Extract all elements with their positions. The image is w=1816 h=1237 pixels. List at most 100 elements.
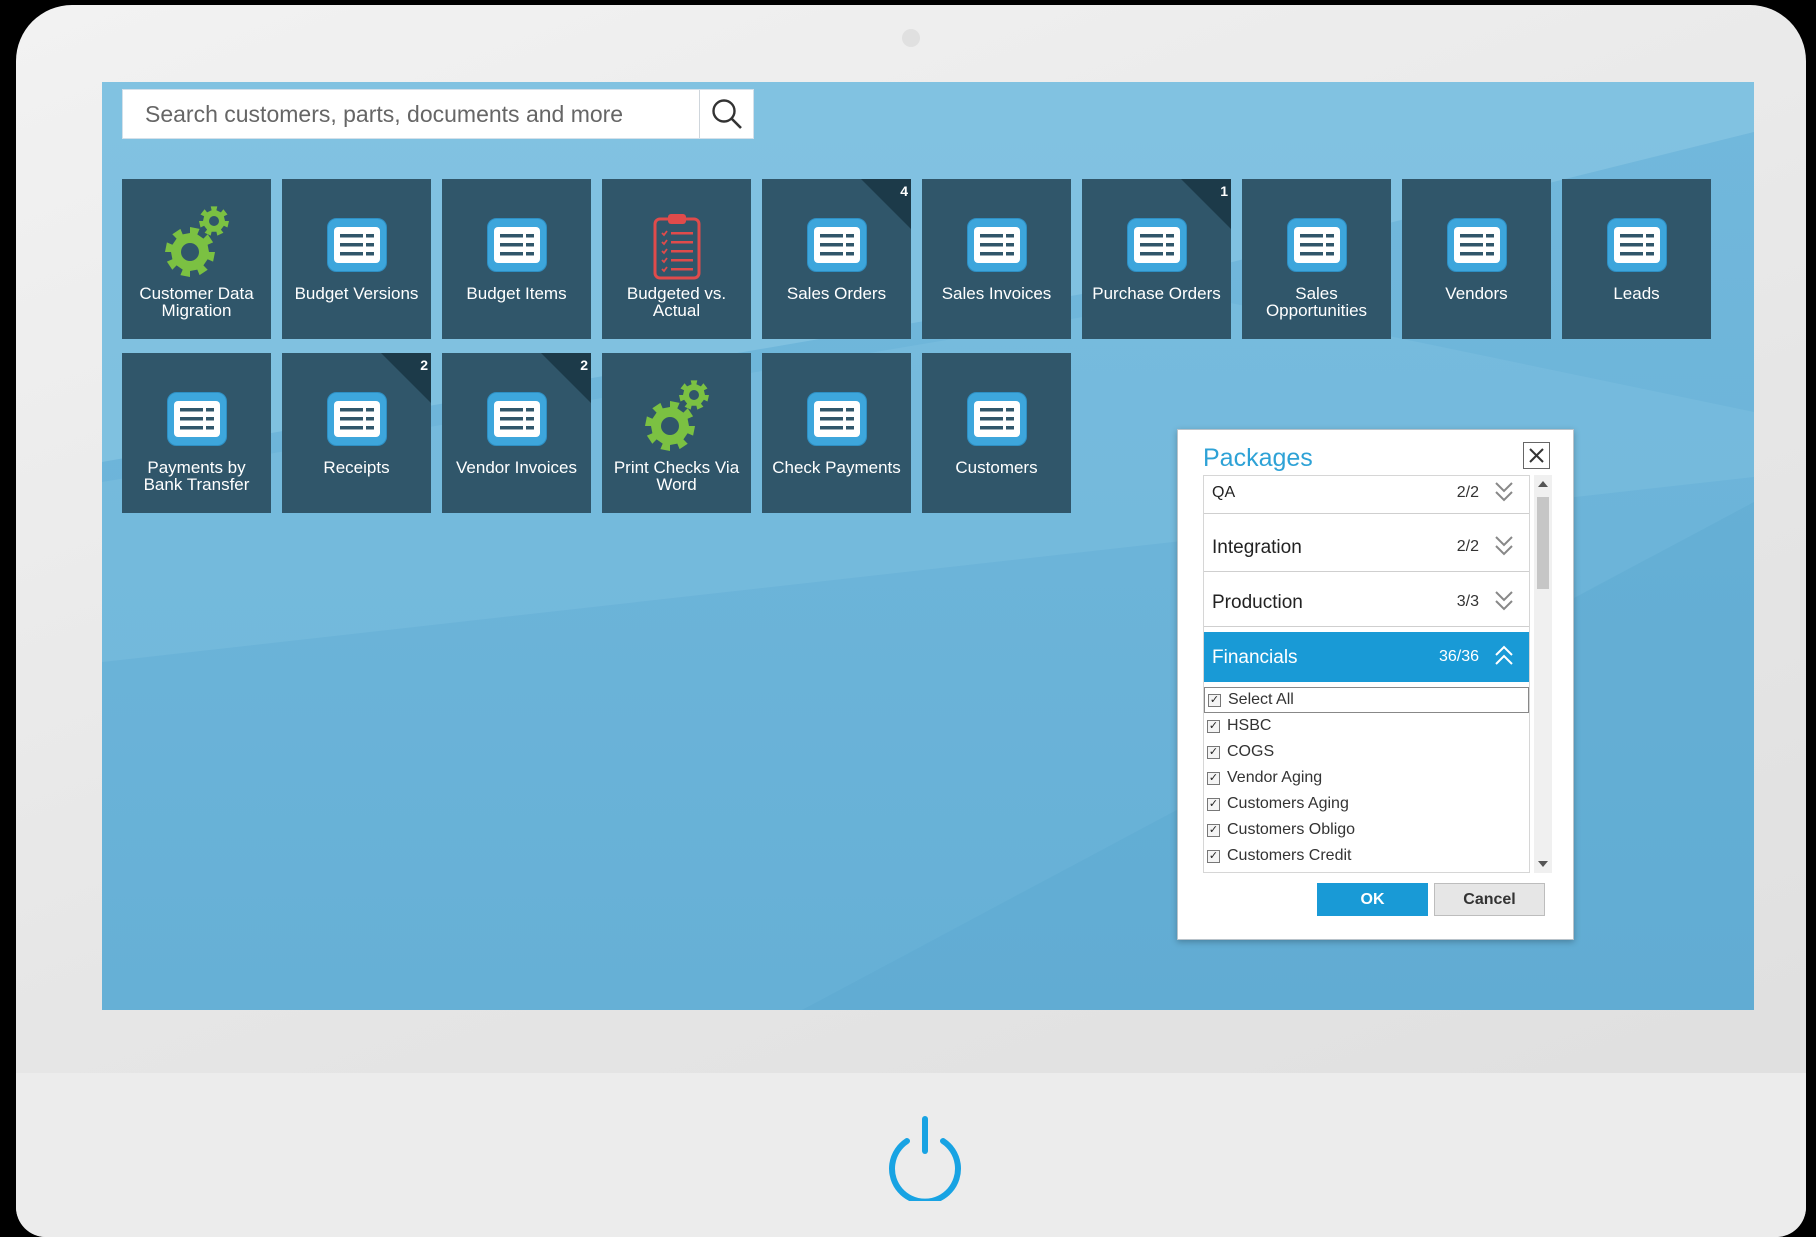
chevron-down-icon[interactable] bbox=[1493, 534, 1515, 558]
package-item-checkbox[interactable]: ✓ Customers Obligo bbox=[1204, 817, 1529, 843]
clipboard-icon bbox=[653, 214, 701, 280]
search-button[interactable] bbox=[699, 90, 753, 138]
device-frame: Customer Data Migration Budget Versions Bu… bbox=[16, 5, 1806, 1237]
tile-label: Payments by Bank Transfer bbox=[143, 458, 250, 494]
chevron-down-icon[interactable] bbox=[1493, 589, 1515, 613]
tile-budget-versions[interactable]: Budget Versions bbox=[282, 179, 431, 339]
packages-dialog: Packages QA 2/2 Integration 2/2 Production 3/… bbox=[1177, 429, 1574, 940]
gears-icon bbox=[645, 380, 709, 451]
chevron-down-icon[interactable] bbox=[1493, 480, 1515, 504]
close-icon bbox=[1529, 448, 1544, 463]
tile-vendors[interactable]: Vendors bbox=[1402, 179, 1551, 339]
list-icon bbox=[1287, 218, 1347, 272]
gears-icon bbox=[165, 206, 229, 277]
checkbox-label: Customers Credit bbox=[1227, 847, 1352, 864]
cancel-button[interactable]: Cancel bbox=[1434, 883, 1545, 916]
package-row-financials[interactable]: Financials 36/36 bbox=[1204, 632, 1529, 682]
list-icon bbox=[807, 392, 867, 446]
close-button[interactable] bbox=[1523, 442, 1550, 469]
package-item-checkbox[interactable]: ✓ Vendor Aging bbox=[1204, 765, 1529, 791]
camera-dot bbox=[902, 29, 920, 47]
search-input[interactable] bbox=[123, 90, 699, 138]
packages-list[interactable]: QA 2/2 Integration 2/2 Production 3/3 Financia… bbox=[1203, 475, 1530, 873]
search-bar bbox=[122, 89, 754, 139]
package-count: 36/36 bbox=[1438, 648, 1479, 665]
package-name: Financials bbox=[1212, 647, 1298, 668]
list-icon bbox=[327, 218, 387, 272]
tile-payments-by-bank-transfer[interactable]: Payments by Bank Transfer bbox=[122, 353, 271, 513]
checkbox[interactable]: ✓ bbox=[1207, 797, 1220, 811]
checkbox[interactable]: ✓ bbox=[1207, 719, 1220, 733]
list-icon bbox=[1607, 218, 1667, 272]
list-icon bbox=[1127, 218, 1187, 272]
notification-count: 2 bbox=[420, 357, 428, 373]
package-item-checkbox[interactable]: ✓ HSBC bbox=[1204, 713, 1529, 739]
list-icon bbox=[327, 392, 387, 446]
tile-leads[interactable]: Leads bbox=[1562, 179, 1711, 339]
notification-count: 1 bbox=[1220, 183, 1228, 199]
tile-receipts[interactable]: Receipts 2 bbox=[282, 353, 431, 513]
package-count: 2/2 bbox=[1456, 484, 1479, 501]
tile-label: Budget Items bbox=[466, 284, 567, 303]
tile-sales-orders[interactable]: Sales Orders 4 bbox=[762, 179, 911, 339]
tile-label: Customers bbox=[955, 458, 1038, 477]
checkbox-label: COGS bbox=[1227, 743, 1275, 760]
tile-label: Sales Opportunities bbox=[1265, 284, 1368, 320]
package-name: Integration bbox=[1212, 537, 1302, 558]
package-item-checkbox[interactable]: ✓ Customers Aging bbox=[1204, 791, 1529, 817]
checkbox-label: Vendor Aging bbox=[1227, 769, 1323, 786]
tile-label: Sales Orders bbox=[786, 284, 887, 303]
scroll-up-icon[interactable] bbox=[1538, 481, 1548, 487]
tile-sales-opportunities[interactable]: Sales Opportunities bbox=[1242, 179, 1391, 339]
tile-label: Customer Data Migration bbox=[139, 284, 254, 320]
checkbox-label: Customers Obligo bbox=[1227, 821, 1356, 838]
tile-label: Vendors bbox=[1445, 284, 1508, 303]
notification-count: 4 bbox=[900, 183, 908, 199]
checkbox[interactable]: ✓ bbox=[1207, 849, 1220, 863]
tile-customers[interactable]: Customers bbox=[922, 353, 1071, 513]
list-icon bbox=[967, 218, 1027, 272]
checkbox[interactable]: ✓ bbox=[1207, 745, 1220, 759]
package-item-checkbox[interactable]: ✓ Customers Credit bbox=[1204, 843, 1529, 869]
package-row-qa[interactable]: QA 2/2 bbox=[1204, 476, 1529, 514]
checkbox-label: Select All bbox=[1228, 691, 1294, 708]
checkbox[interactable]: ✓ bbox=[1207, 823, 1220, 837]
select-all-checkbox[interactable]: ✓ Select All bbox=[1204, 687, 1529, 713]
tile-purchase-orders[interactable]: Purchase Orders 1 bbox=[1082, 179, 1231, 339]
notification-count: 2 bbox=[580, 357, 588, 373]
chevron-up-icon[interactable] bbox=[1493, 644, 1515, 668]
tile-label: Vendor Invoices bbox=[456, 458, 577, 477]
tile-sales-invoices[interactable]: Sales Invoices bbox=[922, 179, 1071, 339]
list-icon bbox=[807, 218, 867, 272]
tile-vendor-invoices[interactable]: Vendor Invoices 2 bbox=[442, 353, 591, 513]
scroll-down-icon[interactable] bbox=[1538, 861, 1548, 867]
tile-budgeted-vs-actual[interactable]: Budgeted vs. Actual bbox=[602, 179, 751, 339]
package-row-production[interactable]: Production 3/3 bbox=[1204, 577, 1529, 627]
tile-budget-items[interactable]: Budget Items bbox=[442, 179, 591, 339]
package-row-integration[interactable]: Integration 2/2 bbox=[1204, 522, 1529, 572]
checkbox[interactable]: ✓ bbox=[1207, 771, 1220, 785]
tile-label: Budget Versions bbox=[294, 284, 419, 303]
tile-label: Leads bbox=[1613, 284, 1660, 303]
list-icon bbox=[1447, 218, 1507, 272]
tile-label: Receipts bbox=[323, 458, 390, 477]
package-item-checkbox[interactable]: ✓ COGS bbox=[1204, 739, 1529, 765]
tile-label: Check Payments bbox=[772, 458, 901, 477]
tile-check-payments[interactable]: Check Payments bbox=[762, 353, 911, 513]
list-icon bbox=[967, 392, 1027, 446]
tile-customer-data-migration[interactable]: Customer Data Migration bbox=[122, 179, 271, 339]
tile-print-checks-via-word[interactable]: Print Checks Via Word bbox=[602, 353, 751, 513]
packages-scrollbar[interactable] bbox=[1534, 475, 1552, 873]
package-name: QA bbox=[1212, 484, 1236, 501]
power-icon[interactable] bbox=[885, 1115, 965, 1201]
tile-label: Budgeted vs. Actual bbox=[626, 284, 727, 320]
tile-label: Purchase Orders bbox=[1092, 284, 1221, 303]
ok-button[interactable]: OK bbox=[1317, 883, 1428, 916]
dialog-title: Packages bbox=[1203, 444, 1313, 472]
scroll-thumb[interactable] bbox=[1537, 497, 1549, 589]
list-icon bbox=[487, 218, 547, 272]
checkbox-label: Customers Aging bbox=[1227, 795, 1349, 812]
tile-label: Sales Invoices bbox=[941, 284, 1052, 303]
checkbox[interactable]: ✓ bbox=[1208, 693, 1221, 707]
search-icon bbox=[711, 99, 742, 129]
